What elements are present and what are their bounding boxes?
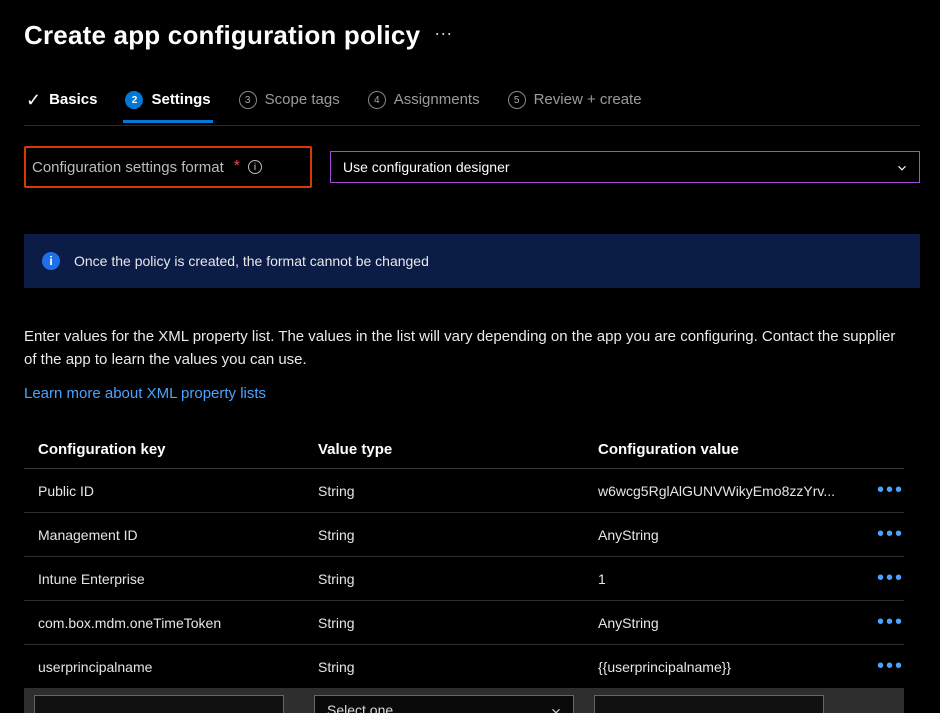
cell-value: AnyString [598, 527, 838, 543]
step-number-icon: 2 [125, 91, 143, 109]
step-label: Assignments [394, 85, 480, 115]
cell-type: String [318, 527, 598, 543]
learn-more-link[interactable]: Learn more about XML property lists [24, 385, 266, 402]
step-settings[interactable]: 2 Settings [125, 85, 210, 115]
required-asterisk-icon: * [234, 158, 240, 176]
step-label: Review + create [534, 85, 642, 115]
new-type-select[interactable]: Select one [314, 695, 574, 713]
new-key-input[interactable] [34, 695, 284, 713]
format-label: Configuration settings format [32, 159, 224, 176]
check-icon: ✓ [26, 90, 41, 111]
cell-value: {{userprincipalname}} [598, 659, 838, 675]
info-icon[interactable]: i [248, 160, 262, 174]
step-review-create[interactable]: 5 Review + create [508, 85, 642, 115]
col-header-key: Configuration key [38, 441, 318, 458]
cell-key: com.box.mdm.oneTimeToken [38, 615, 318, 631]
cell-key: userprincipalname [38, 659, 318, 675]
stepper-divider [24, 125, 920, 126]
step-scope-tags[interactable]: 3 Scope tags [239, 85, 340, 115]
step-number-icon: 5 [508, 91, 526, 109]
table-header-row: Configuration key Value type Configurati… [24, 431, 904, 469]
row-more-button[interactable]: ••• [858, 655, 908, 678]
step-assignments[interactable]: 4 Assignments [368, 85, 480, 115]
new-value-input[interactable] [594, 695, 824, 713]
cell-type: String [318, 571, 598, 587]
header-more-button[interactable]: ··· [434, 24, 452, 48]
row-more-button[interactable]: ••• [858, 479, 908, 502]
row-more-button[interactable]: ••• [858, 611, 908, 634]
info-badge-icon: i [42, 252, 60, 270]
cell-type: String [318, 659, 598, 675]
step-number-icon: 3 [239, 91, 257, 109]
chevron-down-icon [549, 704, 561, 713]
step-basics[interactable]: ✓ Basics [26, 85, 97, 115]
info-banner-message: Once the policy is created, the format c… [74, 253, 429, 269]
chevron-down-icon [895, 161, 907, 173]
help-paragraph: Enter values for the XML property list. … [24, 326, 904, 371]
format-locked-banner: i Once the policy is created, the format… [24, 234, 920, 288]
cell-key: Management ID [38, 527, 318, 543]
table-row[interactable]: Public ID String w6wcg5RglAlGUNVWikyEmo8… [24, 469, 904, 513]
cell-value: AnyString [598, 615, 838, 631]
table-row[interactable]: com.box.mdm.oneTimeToken String AnyStrin… [24, 601, 904, 645]
new-type-select-value: Select one [327, 702, 393, 713]
step-label: Settings [151, 85, 210, 115]
step-number-icon: 4 [368, 91, 386, 109]
step-label: Scope tags [265, 85, 340, 115]
format-select[interactable]: Use configuration designer [330, 151, 920, 183]
row-more-button[interactable]: ••• [858, 523, 908, 546]
cell-type: String [318, 615, 598, 631]
table-row[interactable]: Intune Enterprise String 1 ••• [24, 557, 904, 601]
table-row[interactable]: userprincipalname String {{userprincipal… [24, 645, 904, 689]
cell-type: String [318, 483, 598, 499]
row-more-button[interactable]: ••• [858, 567, 908, 590]
cell-key: Intune Enterprise [38, 571, 318, 587]
col-header-type: Value type [318, 441, 598, 458]
table-row[interactable]: Management ID String AnyString ••• [24, 513, 904, 557]
format-label-highlight: Configuration settings format * i [24, 146, 312, 188]
cell-value: 1 [598, 571, 838, 587]
cell-value: w6wcg5RglAlGUNVWikyEmo8zzYrv... [598, 483, 838, 499]
step-label: Basics [49, 85, 97, 115]
wizard-stepper: ✓ Basics 2 Settings 3 Scope tags 4 Assig… [24, 81, 920, 115]
col-header-value: Configuration value [598, 441, 858, 458]
config-keys-table: Configuration key Value type Configurati… [24, 431, 904, 689]
new-config-row: Select one [24, 689, 904, 713]
format-select-value: Use configuration designer [343, 159, 510, 175]
cell-key: Public ID [38, 483, 318, 499]
page-title: Create app configuration policy [24, 20, 420, 51]
